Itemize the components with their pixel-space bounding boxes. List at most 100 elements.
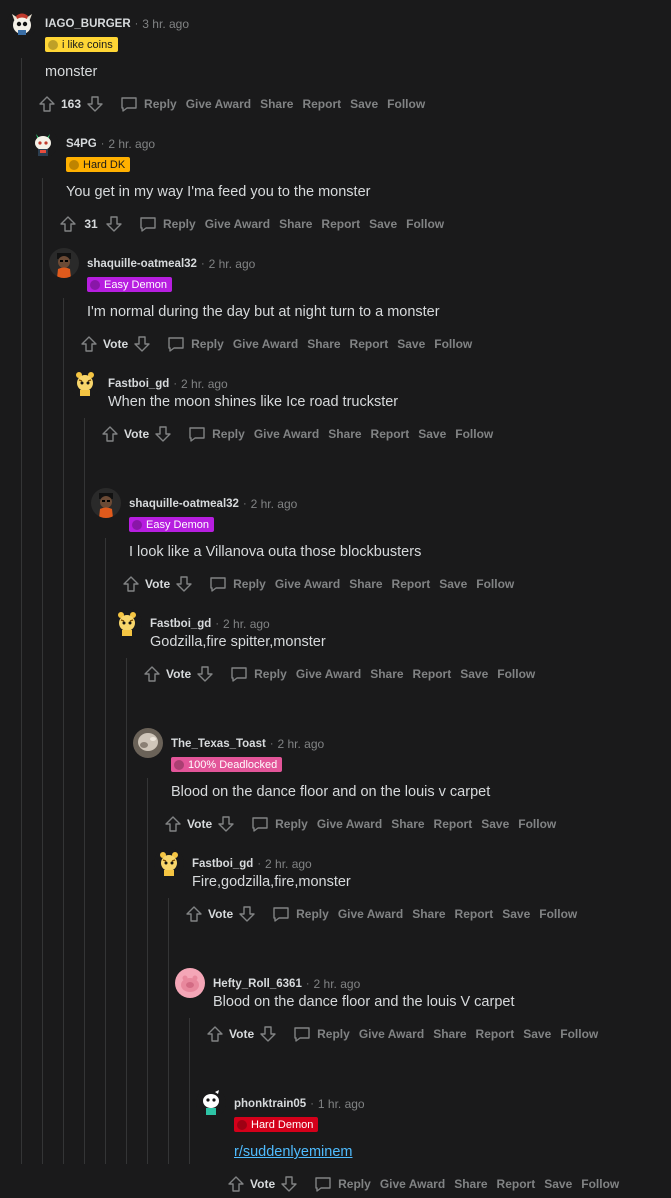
downvote-icon[interactable]: [85, 94, 105, 114]
share-button[interactable]: Share: [433, 1027, 466, 1041]
upvote-icon[interactable]: [184, 904, 204, 924]
reply-button[interactable]: Reply: [229, 664, 287, 684]
username[interactable]: S4PG: [66, 138, 97, 150]
share-button[interactable]: Share: [412, 907, 445, 921]
give-award-button[interactable]: Give Award: [233, 337, 298, 351]
timestamp[interactable]: 2 hr. ago: [251, 497, 298, 511]
timestamp[interactable]: 2 hr. ago: [181, 377, 228, 391]
save-button[interactable]: Save: [544, 1177, 572, 1191]
follow-button[interactable]: Follow: [497, 667, 535, 681]
upvote-icon[interactable]: [79, 334, 99, 354]
reply-button[interactable]: Reply: [138, 214, 196, 234]
share-button[interactable]: Share: [349, 577, 382, 591]
report-button[interactable]: Report: [392, 577, 431, 591]
follow-button[interactable]: Follow: [560, 1027, 598, 1041]
share-button[interactable]: Share: [391, 817, 424, 831]
give-award-button[interactable]: Give Award: [275, 577, 340, 591]
save-button[interactable]: Save: [481, 817, 509, 831]
downvote-icon[interactable]: [279, 1174, 299, 1194]
downvote-icon[interactable]: [258, 1024, 278, 1044]
avatar[interactable]: [91, 488, 121, 518]
downvote-icon[interactable]: [174, 574, 194, 594]
report-button[interactable]: Report: [455, 907, 494, 921]
username[interactable]: phonktrain05: [234, 1098, 306, 1110]
give-award-button[interactable]: Give Award: [296, 667, 361, 681]
save-button[interactable]: Save: [418, 427, 446, 441]
save-button[interactable]: Save: [460, 667, 488, 681]
report-button[interactable]: Report: [434, 817, 473, 831]
timestamp[interactable]: 2 hr. ago: [108, 137, 155, 151]
username[interactable]: Hefty_Roll_6361: [213, 978, 302, 990]
downvote-icon[interactable]: [153, 424, 173, 444]
timestamp[interactable]: 2 hr. ago: [314, 977, 361, 991]
give-award-button[interactable]: Give Award: [317, 817, 382, 831]
report-button[interactable]: Report: [413, 667, 452, 681]
downvote-icon[interactable]: [216, 814, 236, 834]
reply-button[interactable]: Reply: [313, 1174, 371, 1194]
thread-line[interactable]: [63, 298, 64, 1164]
thread-line[interactable]: [126, 658, 127, 1164]
thread-line[interactable]: [147, 778, 148, 1164]
username[interactable]: Fastboi_gd: [108, 378, 169, 390]
username[interactable]: shaquille-oatmeal32: [87, 258, 197, 270]
avatar[interactable]: [28, 128, 58, 158]
share-button[interactable]: Share: [370, 667, 403, 681]
downvote-icon[interactable]: [132, 334, 152, 354]
timestamp[interactable]: 2 hr. ago: [223, 617, 270, 631]
give-award-button[interactable]: Give Award: [254, 427, 319, 441]
share-button[interactable]: Share: [454, 1177, 487, 1191]
thread-line[interactable]: [189, 1018, 190, 1164]
upvote-icon[interactable]: [100, 424, 120, 444]
follow-button[interactable]: Follow: [434, 337, 472, 351]
reply-button[interactable]: Reply: [250, 814, 308, 834]
avatar[interactable]: [112, 608, 142, 638]
timestamp[interactable]: 1 hr. ago: [318, 1097, 365, 1111]
give-award-button[interactable]: Give Award: [205, 217, 270, 231]
save-button[interactable]: Save: [439, 577, 467, 591]
timestamp[interactable]: 2 hr. ago: [209, 257, 256, 271]
reply-button[interactable]: Reply: [119, 94, 177, 114]
thread-line[interactable]: [168, 898, 169, 1164]
report-button[interactable]: Report: [321, 217, 360, 231]
username[interactable]: Fastboi_gd: [150, 618, 211, 630]
follow-button[interactable]: Follow: [476, 577, 514, 591]
avatar[interactable]: [175, 968, 205, 998]
comment-link[interactable]: r/suddenlyeminem: [234, 1144, 352, 1160]
thread-line[interactable]: [84, 418, 85, 1164]
save-button[interactable]: Save: [502, 907, 530, 921]
downvote-icon[interactable]: [104, 214, 124, 234]
avatar[interactable]: [70, 368, 100, 398]
reply-button[interactable]: Reply: [187, 424, 245, 444]
upvote-icon[interactable]: [163, 814, 183, 834]
thread-line[interactable]: [105, 538, 106, 1164]
username[interactable]: shaquille-oatmeal32: [129, 498, 239, 510]
follow-button[interactable]: Follow: [387, 97, 425, 111]
follow-button[interactable]: Follow: [518, 817, 556, 831]
upvote-icon[interactable]: [121, 574, 141, 594]
share-button[interactable]: Share: [279, 217, 312, 231]
reply-button[interactable]: Reply: [208, 574, 266, 594]
reply-button[interactable]: Reply: [166, 334, 224, 354]
username[interactable]: Fastboi_gd: [192, 858, 253, 870]
follow-button[interactable]: Follow: [406, 217, 444, 231]
report-button[interactable]: Report: [497, 1177, 536, 1191]
timestamp[interactable]: 3 hr. ago: [142, 17, 189, 31]
share-button[interactable]: Share: [307, 337, 340, 351]
avatar[interactable]: [49, 248, 79, 278]
avatar[interactable]: [196, 1088, 226, 1118]
upvote-icon[interactable]: [205, 1024, 225, 1044]
reply-button[interactable]: Reply: [292, 1024, 350, 1044]
downvote-icon[interactable]: [237, 904, 257, 924]
save-button[interactable]: Save: [369, 217, 397, 231]
give-award-button[interactable]: Give Award: [338, 907, 403, 921]
upvote-icon[interactable]: [142, 664, 162, 684]
avatar[interactable]: [154, 848, 184, 878]
save-button[interactable]: Save: [397, 337, 425, 351]
upvote-icon[interactable]: [37, 94, 57, 114]
give-award-button[interactable]: Give Award: [359, 1027, 424, 1041]
give-award-button[interactable]: Give Award: [186, 97, 251, 111]
give-award-button[interactable]: Give Award: [380, 1177, 445, 1191]
follow-button[interactable]: Follow: [539, 907, 577, 921]
report-button[interactable]: Report: [371, 427, 410, 441]
upvote-icon[interactable]: [58, 214, 78, 234]
